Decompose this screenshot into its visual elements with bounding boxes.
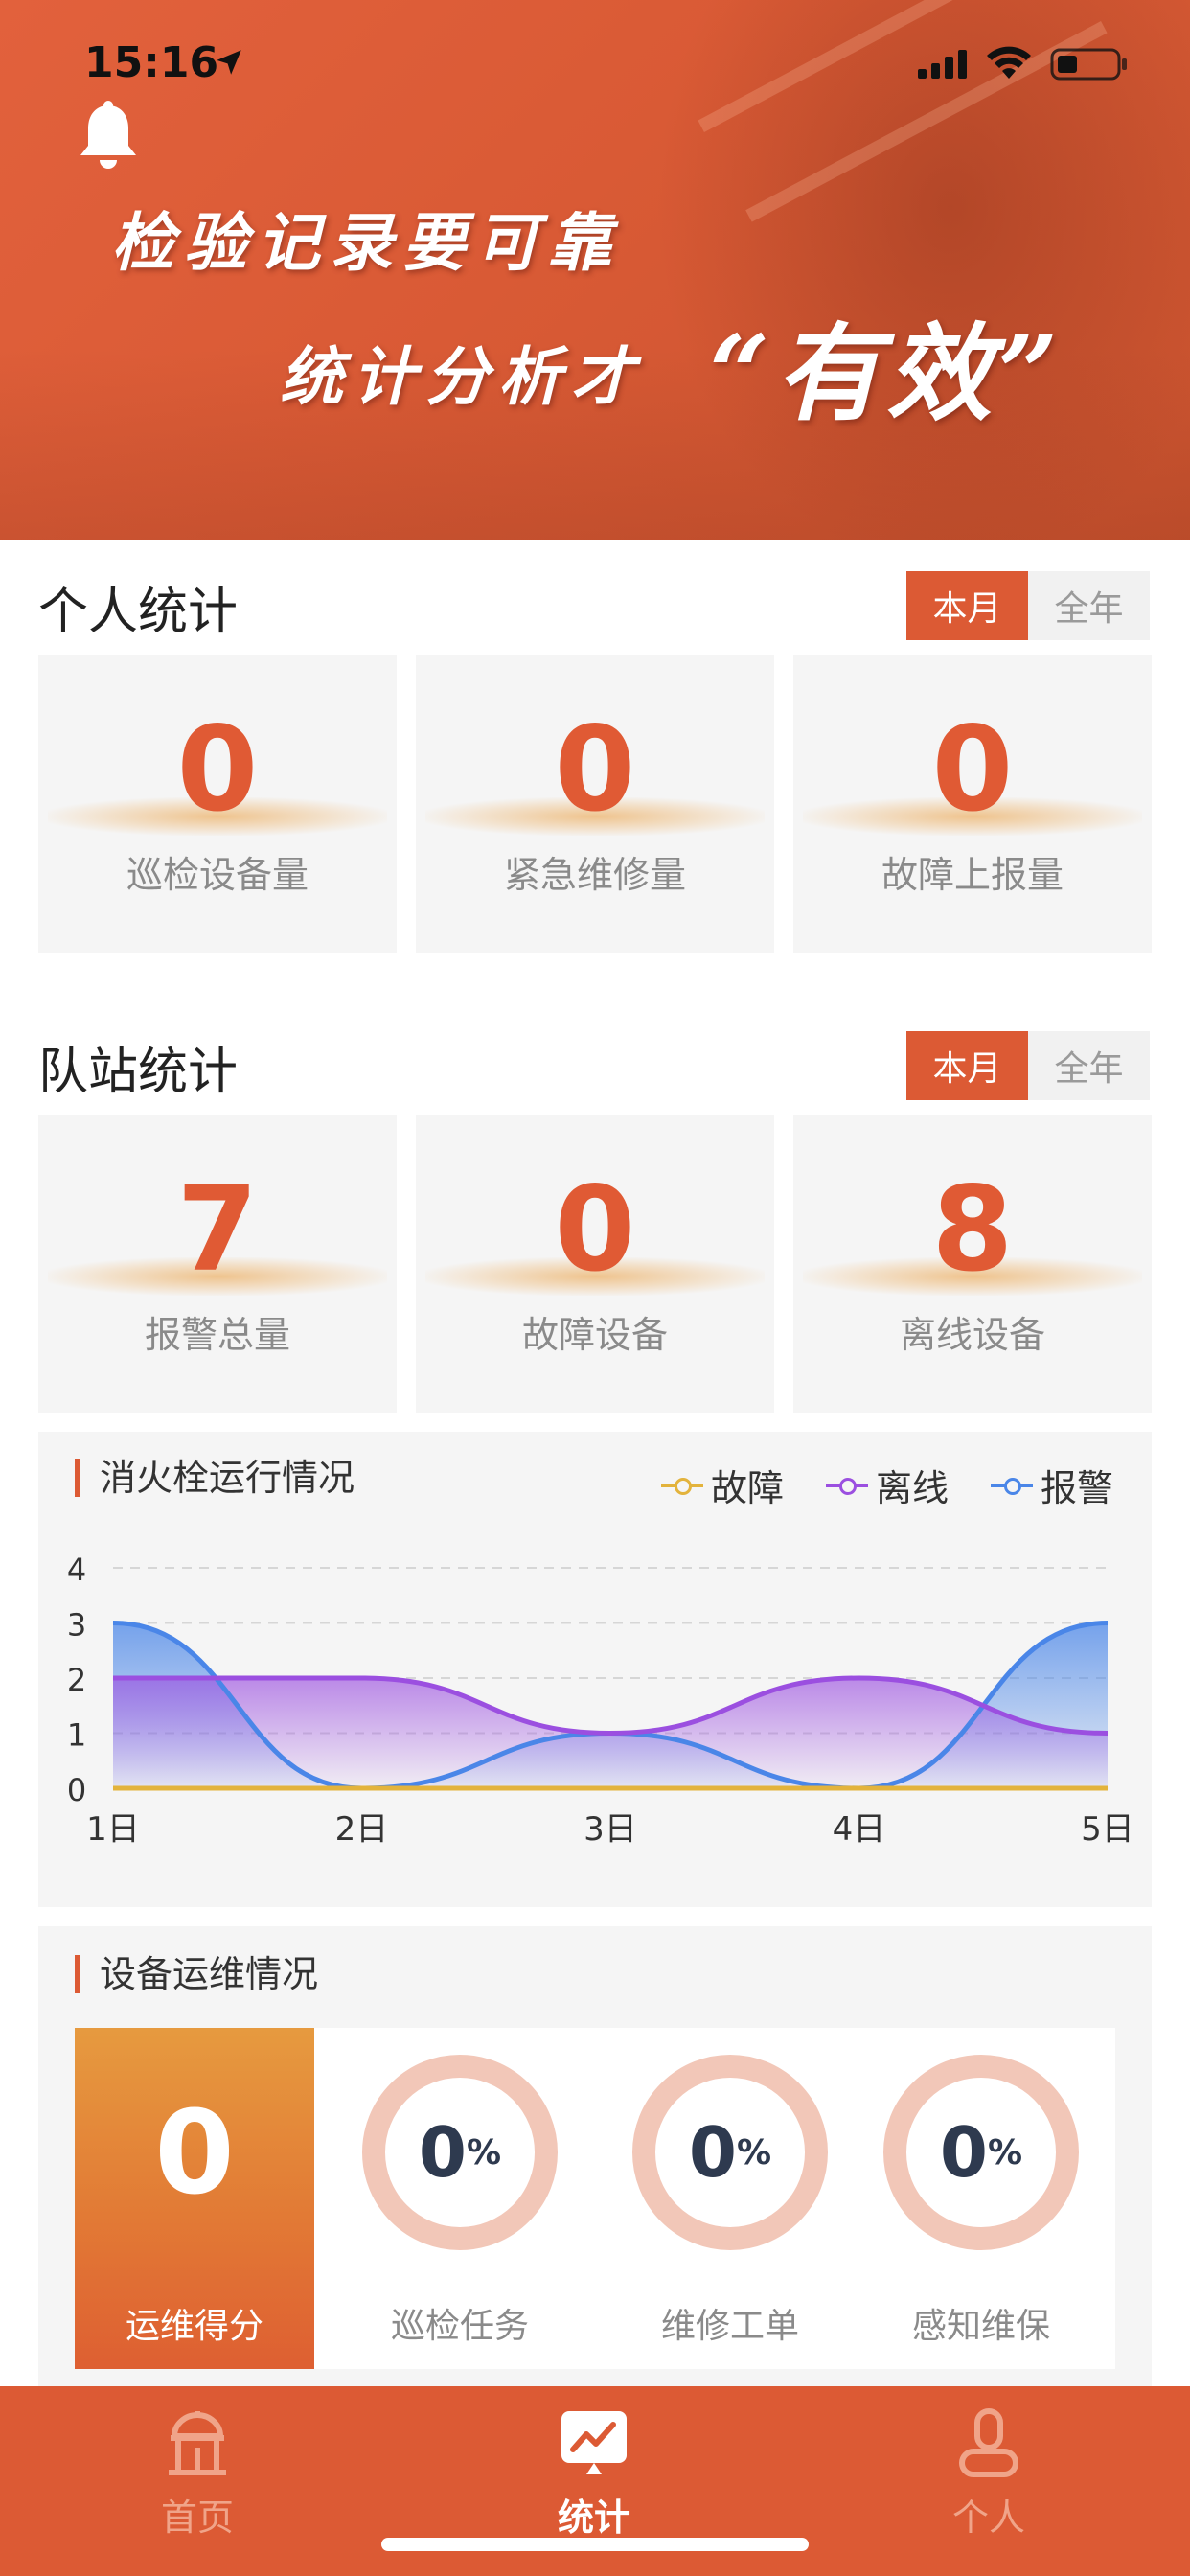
x-tick-label: 5日 (1081, 1810, 1134, 1849)
banner-slogan-line1: 检验记录要可靠 (111, 205, 621, 280)
station-stats-title: 队站统计 (38, 1044, 239, 1101)
stat-label: 故障上报量 (881, 854, 1064, 896)
stat-card-faulty-devices: 0 故障设备 (416, 1116, 774, 1413)
tab-statistics[interactable]: 统计 (498, 2407, 690, 2539)
x-tick-label: 4日 (833, 1810, 886, 1849)
hydrant-status-panel: 消火栓运行情况 故障 离线 报警 0 1 2 3 4 1日 2日 3日 4日 5日 (38, 1432, 1152, 1907)
maintenance-score-card[interactable]: 0 运维得分 (75, 2028, 314, 2369)
location-arrow-icon (217, 50, 241, 75)
y-tick-label: 3 (67, 1607, 86, 1644)
station-year-button[interactable]: 全年 (1028, 1031, 1150, 1100)
stat-value: 8 (931, 1162, 1014, 1298)
personal-year-button[interactable]: 全年 (1028, 571, 1150, 640)
ring-unit: % (737, 2132, 772, 2173)
maintenance-summary: 0 运维得分 0% 巡检任务 0% 维修工单 0% 感知维保 (75, 2028, 1115, 2369)
stat-value: 0 (931, 702, 1014, 838)
stat-value: 7 (176, 1162, 259, 1298)
ring-value: 0 (418, 2112, 468, 2193)
maintenance-score-label: 运维得分 (125, 2307, 263, 2346)
stat-label: 报警总量 (144, 1314, 290, 1356)
banner-slogan-highlight: “有效” (709, 311, 1064, 435)
tab-label: 个人 (951, 2496, 1025, 2539)
ring-sensor-maintenance[interactable]: 0% 感知维保 (847, 2028, 1115, 2369)
x-tick-label: 2日 (335, 1810, 389, 1849)
bell-icon[interactable] (75, 100, 142, 174)
header-banner: 15:16 检验记录要可靠 统计分析才 “有效” (0, 0, 1190, 540)
stat-value: 0 (554, 1162, 636, 1298)
x-tick-label: 3日 (584, 1810, 637, 1849)
tab-label: 首页 (160, 2496, 234, 2539)
stat-label: 紧急维修量 (503, 854, 686, 896)
battery-icon (1050, 48, 1127, 80)
x-tick-label: 1日 (86, 1810, 140, 1849)
stat-label: 故障设备 (521, 1314, 668, 1356)
ring-label: 维修工单 (660, 2307, 799, 2346)
banner-slogan-line2: 统计分析才 (280, 339, 644, 414)
stat-card-total-alarms: 7 报警总量 (38, 1116, 397, 1413)
home-indicator (381, 2538, 809, 2551)
maintenance-panel: 设备运维情况 0 运维得分 0% 巡检任务 0% 维修工单 0% 感知维保 (38, 1926, 1152, 2386)
ring-label: 巡检任务 (390, 2307, 529, 2346)
y-tick-label: 1 (67, 1717, 86, 1754)
hydrant-line-chart: 0 1 2 3 4 1日 2日 3日 4日 5日 (67, 1552, 1134, 1849)
personal-month-button[interactable]: 本月 (906, 571, 1028, 640)
status-time: 15:16 (84, 38, 219, 87)
stat-value: 0 (176, 702, 259, 838)
progress-ring: 0% (632, 2055, 828, 2250)
wifi-icon (987, 46, 1031, 79)
tab-label: 统计 (557, 2496, 630, 2539)
cellular-signal-icon (918, 50, 967, 79)
home-icon (169, 2411, 226, 2475)
stat-card-emergency-repairs: 0 紧急维修量 (416, 656, 774, 953)
maintenance-score-value: 0 (154, 2087, 235, 2220)
station-period-toggle: 本月 全年 (906, 1031, 1150, 1100)
tab-profile[interactable]: 个人 (893, 2407, 1085, 2539)
personal-stats-title: 个人统计 (38, 584, 239, 641)
personal-period-toggle: 本月 全年 (906, 571, 1150, 640)
ring-value: 0 (939, 2112, 989, 2193)
station-stats-cards: 7 报警总量 0 故障设备 8 离线设备 (38, 1116, 1152, 1413)
progress-ring: 0% (883, 2055, 1079, 2250)
ring-repair-orders[interactable]: 0% 维修工单 (596, 2028, 864, 2369)
y-tick-label: 0 (67, 1772, 86, 1808)
ring-value: 0 (688, 2112, 738, 2193)
tab-home[interactable]: 首页 (102, 2407, 293, 2539)
station-month-button[interactable]: 本月 (906, 1031, 1028, 1100)
personal-stats-cards: 0 巡检设备量 0 紧急维修量 0 故障上报量 (38, 656, 1152, 953)
stat-card-offline-devices: 8 离线设备 (793, 1116, 1152, 1413)
ring-inspection-tasks[interactable]: 0% 巡检任务 (326, 2028, 594, 2369)
ring-unit: % (988, 2132, 1023, 2173)
progress-ring: 0% (362, 2055, 558, 2250)
chart-icon (561, 2411, 627, 2474)
maintenance-panel-title: 设备运维情况 (75, 1955, 318, 1993)
stat-card-inspected-devices: 0 巡检设备量 (38, 656, 397, 953)
stat-value: 0 (554, 702, 636, 838)
stat-label: 离线设备 (899, 1314, 1045, 1356)
ring-label: 感知维保 (911, 2307, 1050, 2346)
person-icon (959, 2408, 1018, 2477)
ring-unit: % (467, 2132, 502, 2173)
y-tick-label: 2 (67, 1662, 86, 1698)
status-bar: 15:16 (0, 0, 1190, 126)
stat-card-fault-reports: 0 故障上报量 (793, 656, 1152, 953)
y-tick-label: 4 (67, 1552, 86, 1588)
stat-label: 巡检设备量 (126, 854, 309, 896)
